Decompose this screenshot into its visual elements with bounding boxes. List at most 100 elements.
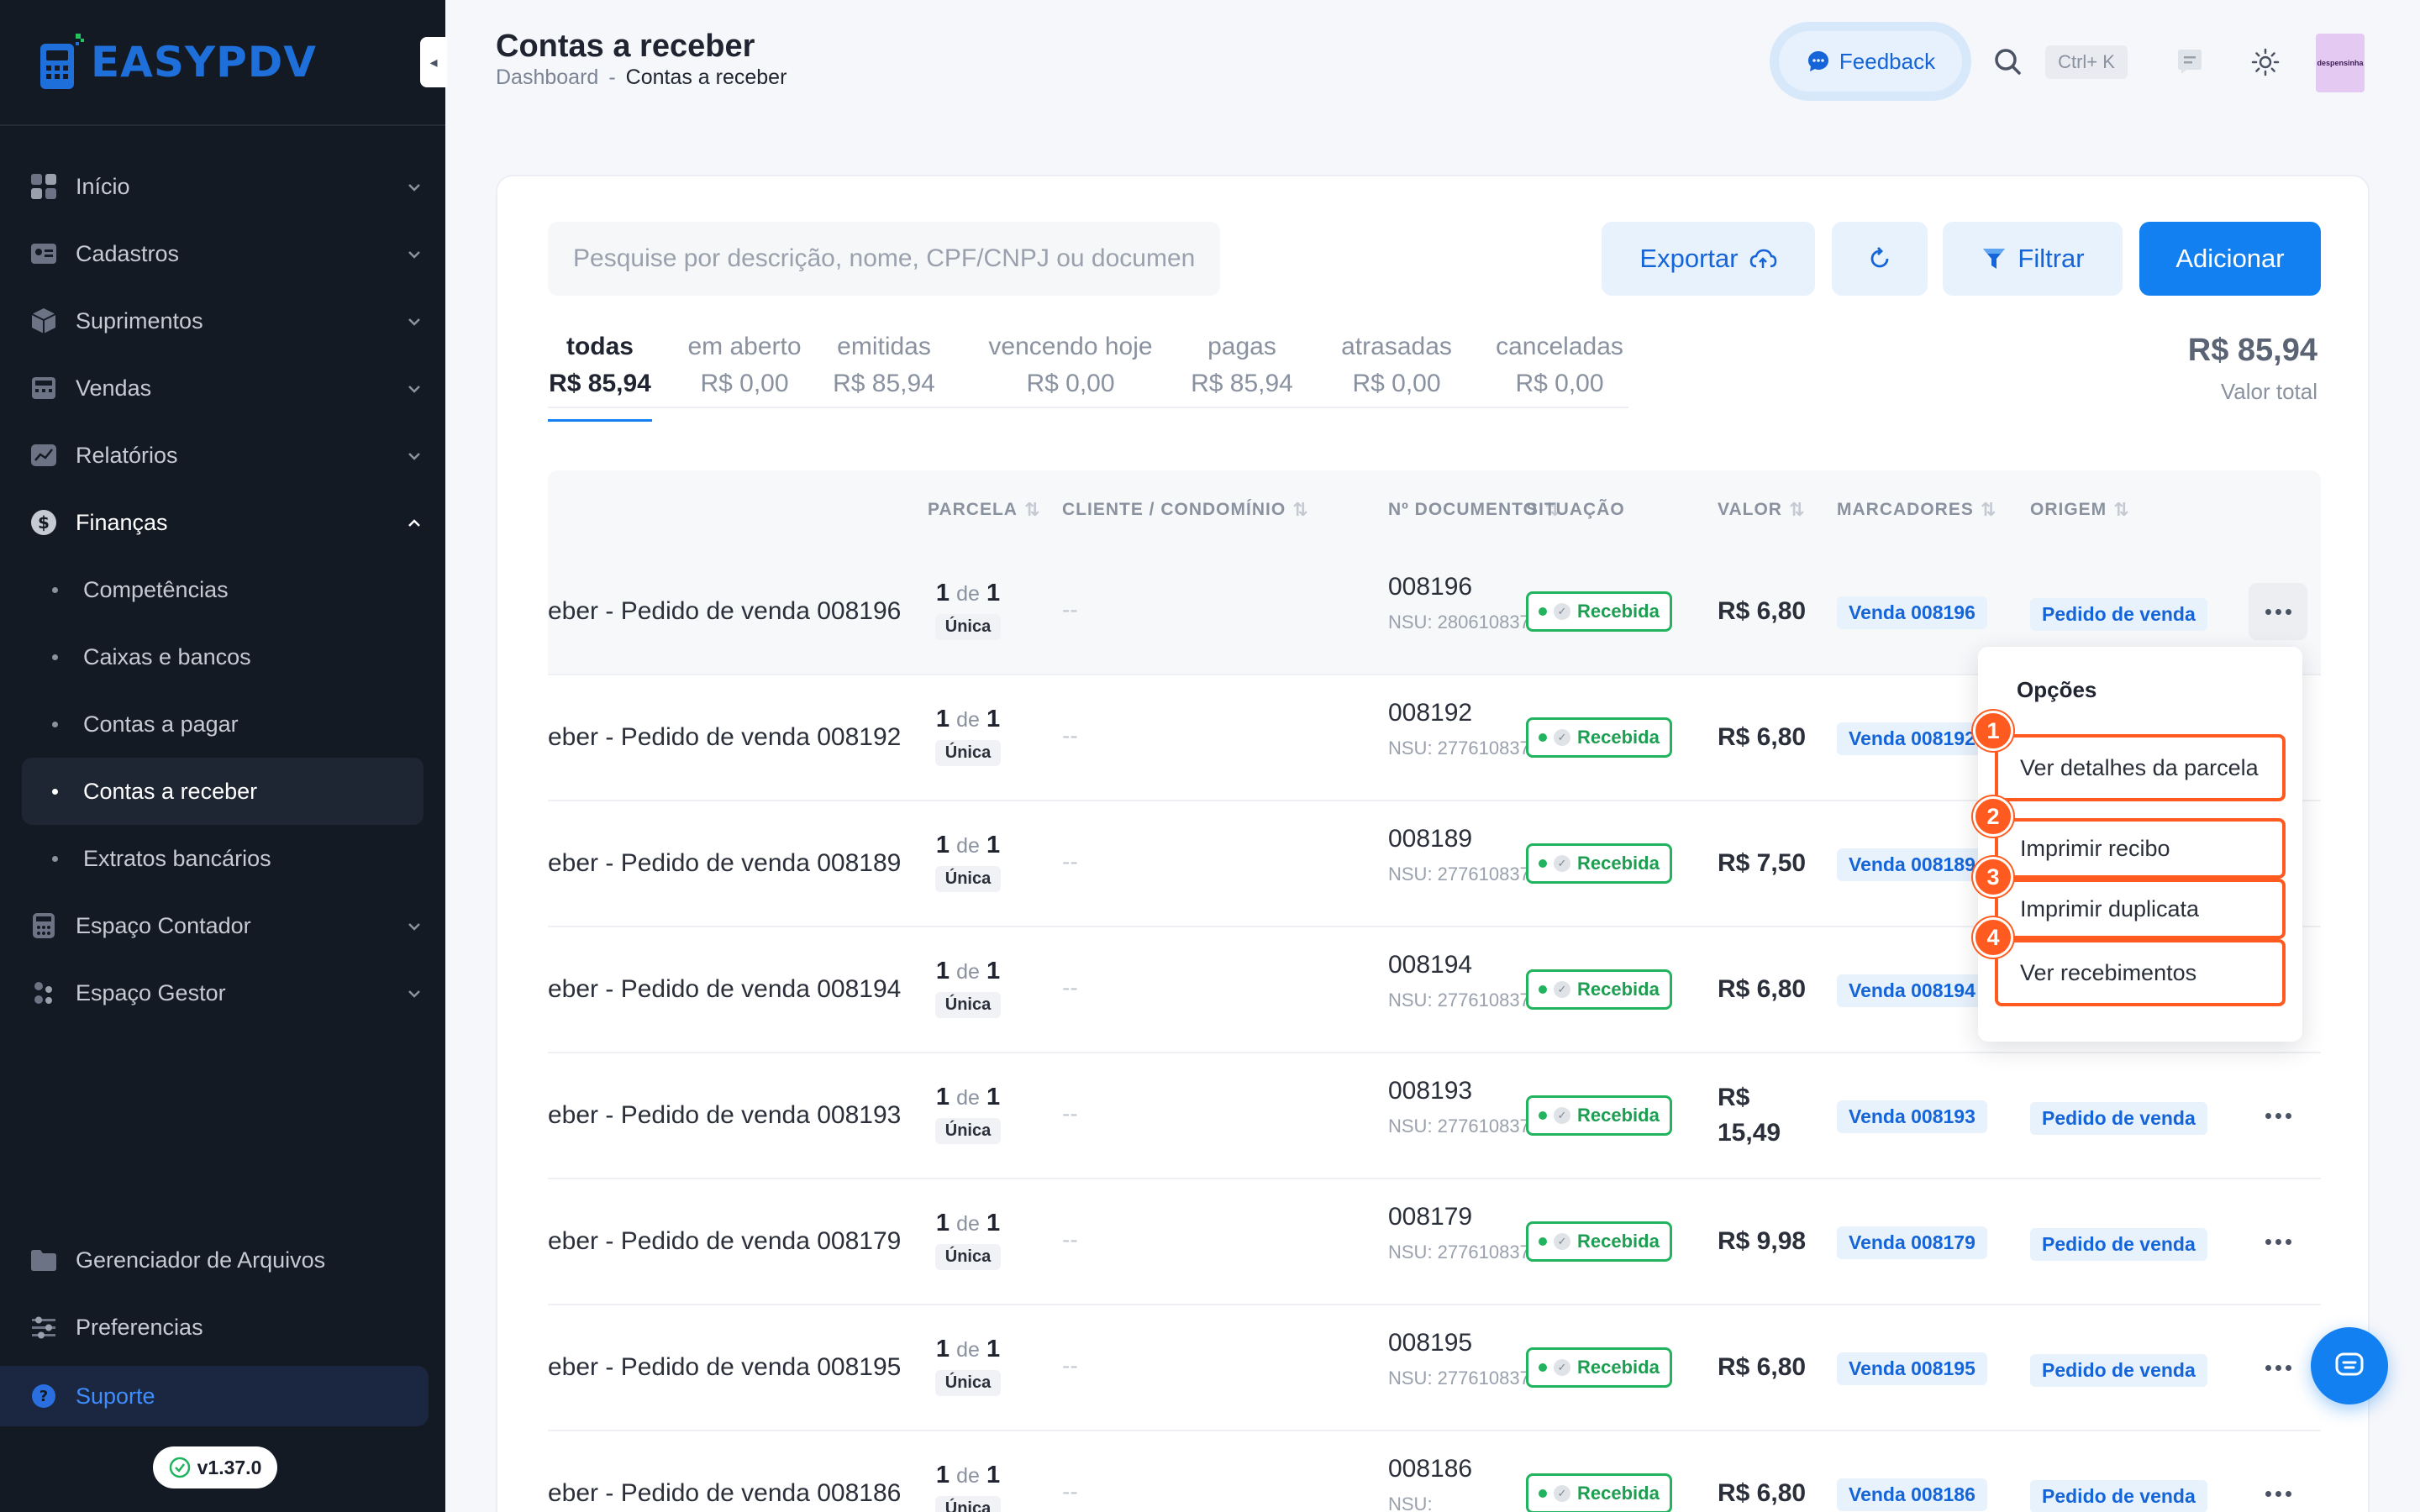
version-label: v1.37.0	[197, 1456, 262, 1478]
parcela-number: 1	[935, 958, 950, 984]
sidebar-item-espaco-gestor[interactable]: Espaço Gestor	[22, 959, 424, 1026]
sidebar-item-financas[interactable]: $ Finanças	[22, 489, 424, 556]
row-origem-tag[interactable]: Pedido de venda	[2030, 1480, 2207, 1512]
sidebar-item-suporte[interactable]: ? Suporte	[0, 1366, 429, 1426]
ellipsis-dot	[2275, 1112, 2281, 1119]
tab-todas[interactable]: todas R$ 85,94	[548, 333, 652, 422]
sidebar-bottom-nav: Gerenciador de Arquivos Preferencias	[22, 1226, 424, 1361]
chevron-down-icon	[408, 923, 420, 931]
sidebar-item-vendas[interactable]: Vendas	[22, 354, 424, 422]
table-row[interactable]: eber - Pedido de venda 008195 1 de 1 Única…	[548, 1305, 2321, 1431]
sidebar: EASYPDV Início Cadastros Suprimentos Ven…	[0, 0, 445, 1512]
menu-item-imprimir-recibo[interactable]: Imprimir recibo	[1995, 818, 2286, 879]
table-row[interactable]: eber - Pedido de venda 008179 1 de 1 Única…	[548, 1179, 2321, 1305]
status-label: Recebida	[1577, 1357, 1660, 1378]
feedback-button-wrapper: Feedback	[1770, 22, 1971, 101]
search-icon[interactable]	[1991, 45, 2025, 79]
sidebar-subitem-extratos[interactable]: Extratos bancários	[22, 825, 424, 892]
filter-button[interactable]: Filtrar	[1943, 222, 2123, 296]
parcela-total: 1	[986, 958, 1001, 984]
row-marcador-tag[interactable]: Venda 008179	[1837, 1226, 1987, 1259]
ellipsis-icon	[2265, 1490, 2271, 1497]
collapse-sidebar-button[interactable]: ◂	[420, 37, 447, 87]
tab-atrasadas[interactable]: atrasadas R$ 0,00	[1338, 333, 1455, 398]
box-icon	[29, 306, 59, 336]
column-header-origem[interactable]: ORIGEM ⇅	[2030, 470, 2130, 549]
row-cliente: --	[1062, 974, 1078, 1000]
sidebar-item-label: Preferencias	[76, 1314, 203, 1340]
menu-item-imprimir-duplicata[interactable]: Imprimir duplicata	[1995, 879, 2286, 939]
row-marcador-tag[interactable]: Venda 008193	[1837, 1100, 1987, 1133]
parcela-number: 1	[935, 1462, 950, 1488]
column-header-valor[interactable]: VALOR ⇅	[1718, 470, 1805, 549]
theme-toggle-sun-icon[interactable]	[2249, 45, 2282, 79]
add-button[interactable]: Adicionar	[2139, 222, 2321, 296]
row-cliente: --	[1062, 1226, 1078, 1252]
avatar[interactable]: despensinha	[2316, 34, 2365, 92]
status-badge: ✓ Recebida	[1526, 717, 1672, 758]
tab-label: emitidas	[837, 333, 931, 360]
row-parcela: 1 de 1 Única	[909, 958, 1027, 1018]
sidebar-item-gerenciador-arquivos[interactable]: Gerenciador de Arquivos	[22, 1226, 424, 1294]
parcela-number: 1	[935, 1336, 950, 1362]
brand-name: EASYPDV	[91, 38, 317, 87]
parcela-type: Única	[934, 1370, 1002, 1396]
row-actions-button[interactable]	[2249, 1213, 2307, 1270]
row-marcador-tag[interactable]: Venda 008189	[1837, 848, 1987, 881]
document-number: 008186	[1388, 1455, 1473, 1483]
sidebar-item-suprimentos[interactable]: Suprimentos	[22, 287, 424, 354]
register-icon	[29, 373, 59, 403]
sidebar-item-cadastros[interactable]: Cadastros	[22, 220, 424, 287]
sidebar-subitem-contas-receber[interactable]: Contas a receber	[22, 758, 424, 825]
sidebar-item-preferencias[interactable]: Preferencias	[22, 1294, 424, 1361]
tab-emitidas[interactable]: emitidas R$ 85,94	[832, 333, 936, 398]
tab-vencendo-hoje[interactable]: vencendo hoje R$ 0,00	[985, 333, 1156, 398]
parcela-of: de	[956, 1086, 980, 1110]
column-header-marcadores[interactable]: MARCADORES ⇅	[1837, 470, 1996, 549]
sidebar-item-relatorios[interactable]: Relatórios	[22, 422, 424, 489]
sidebar-subitem-caixas-bancos[interactable]: Caixas e bancos	[22, 623, 424, 690]
row-marcador-tag[interactable]: Venda 008195	[1837, 1352, 1987, 1385]
row-actions-button[interactable]	[2249, 1339, 2307, 1396]
sidebar-subitem-contas-pagar[interactable]: Contas a pagar	[22, 690, 424, 758]
row-origem-tag[interactable]: Pedido de venda	[2030, 1102, 2207, 1135]
parcela-total: 1	[986, 580, 1001, 606]
search-input[interactable]	[548, 222, 1220, 296]
breadcrumb-dashboard[interactable]: Dashboard	[496, 66, 598, 90]
feedback-button[interactable]: Feedback	[1779, 31, 1962, 92]
row-marcador-tag[interactable]: Venda 008196	[1837, 596, 1987, 629]
menu-item-ver-recebimentos[interactable]: Ver recebimentos	[1995, 939, 2286, 1006]
notifications-icon[interactable]	[2173, 45, 2207, 79]
brand-logo[interactable]: EASYPDV	[39, 32, 317, 92]
annotation-marker-3: 3	[1973, 857, 2013, 897]
column-header-cliente[interactable]: CLIENTE / CONDOMÍNIO ⇅	[1062, 470, 1309, 549]
row-cliente: --	[1062, 848, 1078, 874]
sort-icon: ⇅	[1980, 499, 1997, 520]
row-marcador-tag[interactable]: Venda 008194	[1837, 974, 1987, 1007]
row-actions-button[interactable]	[2249, 583, 2307, 640]
bullet-icon	[52, 654, 58, 660]
menu-item-ver-detalhes[interactable]: Ver detalhes da parcela	[1995, 734, 2286, 801]
refresh-button[interactable]	[1832, 222, 1928, 296]
row-marcador-tag[interactable]: Venda 008186	[1837, 1478, 1987, 1511]
chat-support-button[interactable]	[2311, 1327, 2388, 1404]
table-row[interactable]: eber - Pedido de venda 008186 1 de 1 Única…	[548, 1431, 2321, 1512]
status-label: Recebida	[1577, 601, 1660, 622]
sidebar-item-inicio[interactable]: Início	[22, 153, 424, 220]
row-parcela: 1 de 1 Única	[909, 706, 1027, 766]
export-button[interactable]: Exportar	[1602, 222, 1815, 296]
sidebar-subitem-competencias[interactable]: Competências	[22, 556, 424, 623]
row-actions-button[interactable]	[2249, 1087, 2307, 1144]
tab-em-aberto[interactable]: em aberto R$ 0,00	[682, 333, 807, 398]
tab-canceladas[interactable]: canceladas R$ 0,00	[1496, 333, 1623, 398]
row-origem-tag[interactable]: Pedido de venda	[2030, 1228, 2207, 1261]
row-marcador-tag[interactable]: Venda 008192	[1837, 722, 1987, 755]
row-origem-tag[interactable]: Pedido de venda	[2030, 598, 2207, 631]
status-dot-icon	[1539, 607, 1547, 616]
table-row[interactable]: eber - Pedido de venda 008193 1 de 1 Única…	[548, 1053, 2321, 1179]
row-origem-tag[interactable]: Pedido de venda	[2030, 1354, 2207, 1387]
row-actions-button[interactable]	[2249, 1465, 2307, 1512]
column-header-parcela[interactable]: PARCELA ⇅	[928, 470, 1040, 549]
tab-pagas[interactable]: pagas R$ 85,94	[1190, 333, 1294, 398]
sidebar-item-espaco-contador[interactable]: Espaço Contador	[22, 892, 424, 959]
